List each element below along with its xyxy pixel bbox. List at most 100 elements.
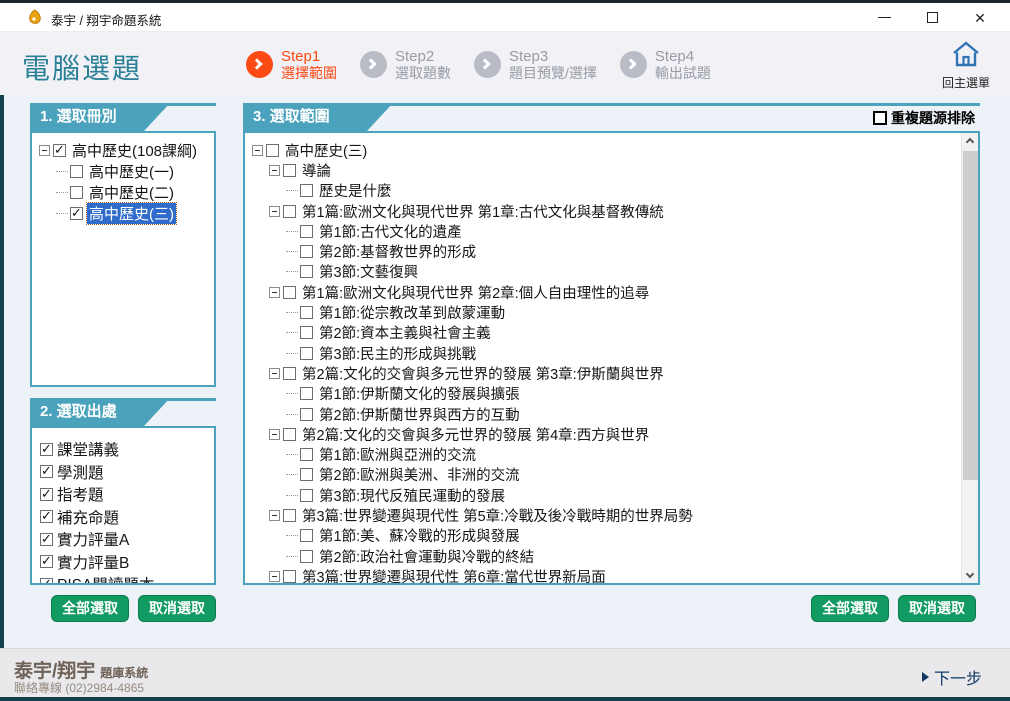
tree-item-label[interactable]: 第1節:美、蘇冷戰的形成與發展 (317, 525, 522, 546)
checkbox[interactable] (283, 569, 296, 583)
source-option[interactable]: 指考題 (40, 483, 214, 506)
close-button[interactable]: ✕ (956, 3, 1004, 32)
tree-item-label[interactable]: 第2篇:文化的交會與多元世界的發展 第4章:西方與世界 (300, 424, 651, 445)
step-4[interactable]: Step4 輸出試題 (619, 48, 711, 81)
checkbox[interactable] (300, 265, 313, 279)
checkbox[interactable] (283, 427, 296, 441)
maximize-button[interactable] (908, 3, 956, 32)
collapse-icon[interactable] (252, 144, 263, 156)
select-all-sources-button[interactable]: 全部選取 (51, 595, 129, 622)
tree-item[interactable]: 第3節:民主的形成與挑戰 (247, 343, 958, 363)
checkbox[interactable] (266, 143, 279, 157)
dedupe-checkbox-group[interactable]: 重複題源排除 (873, 108, 975, 128)
scroll-down-icon[interactable] (962, 566, 978, 583)
checkbox[interactable] (283, 366, 296, 380)
checkbox[interactable] (40, 463, 53, 479)
tree-item-label[interactable]: 第1節:歐洲與亞洲的交流 (317, 444, 478, 465)
tree-item[interactable]: 高中歷史(一) (34, 161, 212, 182)
tree-item[interactable]: 高中歷史(三) (34, 202, 212, 225)
checkbox[interactable] (300, 387, 313, 401)
tree-item-label[interactable]: 第1篇:歐洲文化與現代世界 第2章:個人自由理性的追尋 (300, 282, 651, 303)
source-option[interactable]: 實力評量B (40, 551, 214, 574)
tree-item-label[interactable]: 高中歷史(108課綱) (70, 140, 199, 161)
checkbox[interactable] (40, 531, 53, 547)
tree-item[interactable]: 歷史是什麼 (247, 181, 958, 201)
tree-item[interactable]: 第2節:歐洲與美洲、非洲的交流 (247, 465, 958, 485)
tree-item[interactable]: 第2節:政治社會運動與冷戰的終結 (247, 546, 958, 566)
tree-item-label[interactable]: 高中歷史(三) (86, 202, 177, 225)
tree-item-label[interactable]: 第3篇:世界變遷與現代性 第6章:當代世界新局面 (300, 566, 608, 583)
checkbox[interactable] (283, 508, 296, 522)
tree-item-label[interactable]: 第3篇:世界變遷與現代性 第5章:冷戰及後冷戰時期的世界局勢 (300, 505, 695, 526)
tree-item[interactable]: 第3篇:世界變遷與現代性 第5章:冷戰及後冷戰時期的世界局勢 (247, 505, 958, 525)
scrollbar[interactable] (961, 133, 978, 583)
tree-item-label[interactable]: 第3節:文藝復興 (317, 261, 420, 282)
tree-item-label[interactable]: 第3節:民主的形成與挑戰 (317, 343, 478, 364)
home-button[interactable]: 回主選單 (934, 40, 998, 91)
scrollbar-thumb[interactable] (963, 151, 978, 480)
checkbox[interactable] (300, 529, 313, 543)
source-option[interactable]: 課堂講義 (40, 438, 214, 461)
checkbox[interactable] (40, 486, 53, 502)
tree-item[interactable]: 高中歷史(二) (34, 182, 212, 203)
tree-item[interactable]: 第1節:古代文化的遺產 (247, 221, 958, 241)
checkbox[interactable] (70, 186, 83, 199)
tree-item[interactable]: 第1節:美、蘇冷戰的形成與發展 (247, 526, 958, 546)
tree-item[interactable]: 第1節:從宗教改革到啟蒙運動 (247, 302, 958, 322)
tree-item-label[interactable]: 第2節:政治社會運動與冷戰的終結 (317, 546, 536, 567)
source-option[interactable]: 補充命題 (40, 506, 214, 529)
tree-item[interactable]: 導論 (247, 160, 958, 180)
collapse-icon[interactable] (269, 428, 280, 440)
tree-item[interactable]: 第1篇:歐洲文化與現代世界 第1章:古代文化與基督教傳統 (247, 201, 958, 221)
tree-item[interactable]: 高中歷史(三) (247, 140, 958, 160)
checkbox[interactable] (300, 306, 313, 320)
tree-item-label[interactable]: 第1節:古代文化的遺產 (317, 221, 464, 242)
tree-item-label[interactable]: 高中歷史(二) (87, 182, 176, 203)
tree-item-label[interactable]: 高中歷史(三) (283, 140, 369, 161)
checkbox[interactable] (300, 224, 313, 238)
source-option[interactable]: 學測題 (40, 461, 214, 484)
tree-item-label[interactable]: 第2節:歐洲與美洲、非洲的交流 (317, 464, 522, 485)
step-1[interactable]: Step1 選擇範圍 (246, 48, 337, 81)
collapse-icon[interactable] (39, 145, 50, 156)
checkbox[interactable] (283, 163, 296, 177)
checkbox[interactable] (283, 204, 296, 218)
tree-item[interactable]: 第2節:資本主義與社會主義 (247, 323, 958, 343)
tree-item[interactable]: 第1篇:歐洲文化與現代世界 第2章:個人自由理性的追尋 (247, 282, 958, 302)
deselect-sources-button[interactable]: 取消選取 (138, 595, 216, 622)
checkbox[interactable] (300, 468, 313, 482)
tree-item[interactable]: 第2篇:文化的交會與多元世界的發展 第3章:伊斯蘭與世界 (247, 363, 958, 383)
checkbox[interactable] (300, 184, 313, 198)
source-option[interactable]: PISA閱讀題本 (40, 573, 214, 583)
collapse-icon[interactable] (269, 570, 280, 582)
collapse-icon[interactable] (269, 164, 280, 176)
scroll-up-icon[interactable] (962, 133, 978, 150)
step-2[interactable]: Step2 選取題數 (360, 48, 451, 81)
tree-item-label[interactable]: 高中歷史(一) (87, 161, 176, 182)
checkbox[interactable] (300, 326, 313, 340)
collapse-icon[interactable] (269, 286, 280, 298)
checkbox[interactable] (70, 205, 83, 221)
checkbox[interactable] (283, 285, 296, 299)
next-step-button[interactable]: 下一步 (921, 665, 982, 689)
tree-item-label[interactable]: 第1節:伊斯蘭文化的發展與擴張 (317, 383, 522, 404)
tree-item[interactable]: 第1節:伊斯蘭文化的發展與擴張 (247, 384, 958, 404)
minimize-button[interactable] (860, 3, 908, 32)
checkbox[interactable] (300, 488, 313, 502)
tree-item[interactable]: 第1節:歐洲與亞洲的交流 (247, 444, 958, 464)
tree-item-label[interactable]: 第2篇:文化的交會與多元世界的發展 第3章:伊斯蘭與世界 (300, 363, 666, 384)
checkbox[interactable] (300, 346, 313, 360)
tree-item-label[interactable]: 導論 (300, 160, 333, 181)
tree-item[interactable]: 第2節:伊斯蘭世界與西方的互動 (247, 404, 958, 424)
tree-item[interactable]: 第3節:現代反殖民運動的發展 (247, 485, 958, 505)
checkbox[interactable] (300, 245, 313, 259)
tree-item[interactable]: 第3節:文藝復興 (247, 262, 958, 282)
checkbox[interactable] (53, 142, 66, 158)
dedupe-checkbox[interactable] (873, 111, 887, 125)
checkbox[interactable] (300, 407, 313, 421)
tree-item[interactable]: 第2篇:文化的交會與多元世界的發展 第4章:西方與世界 (247, 424, 958, 444)
collapse-icon[interactable] (269, 367, 280, 379)
step-3[interactable]: Step3 題目預覽/選擇 (474, 48, 597, 81)
tree-item-label[interactable]: 第1篇:歐洲文化與現代世界 第1章:古代文化與基督教傳統 (300, 201, 666, 222)
tree-item[interactable]: 高中歷史(108課綱) (34, 140, 212, 161)
